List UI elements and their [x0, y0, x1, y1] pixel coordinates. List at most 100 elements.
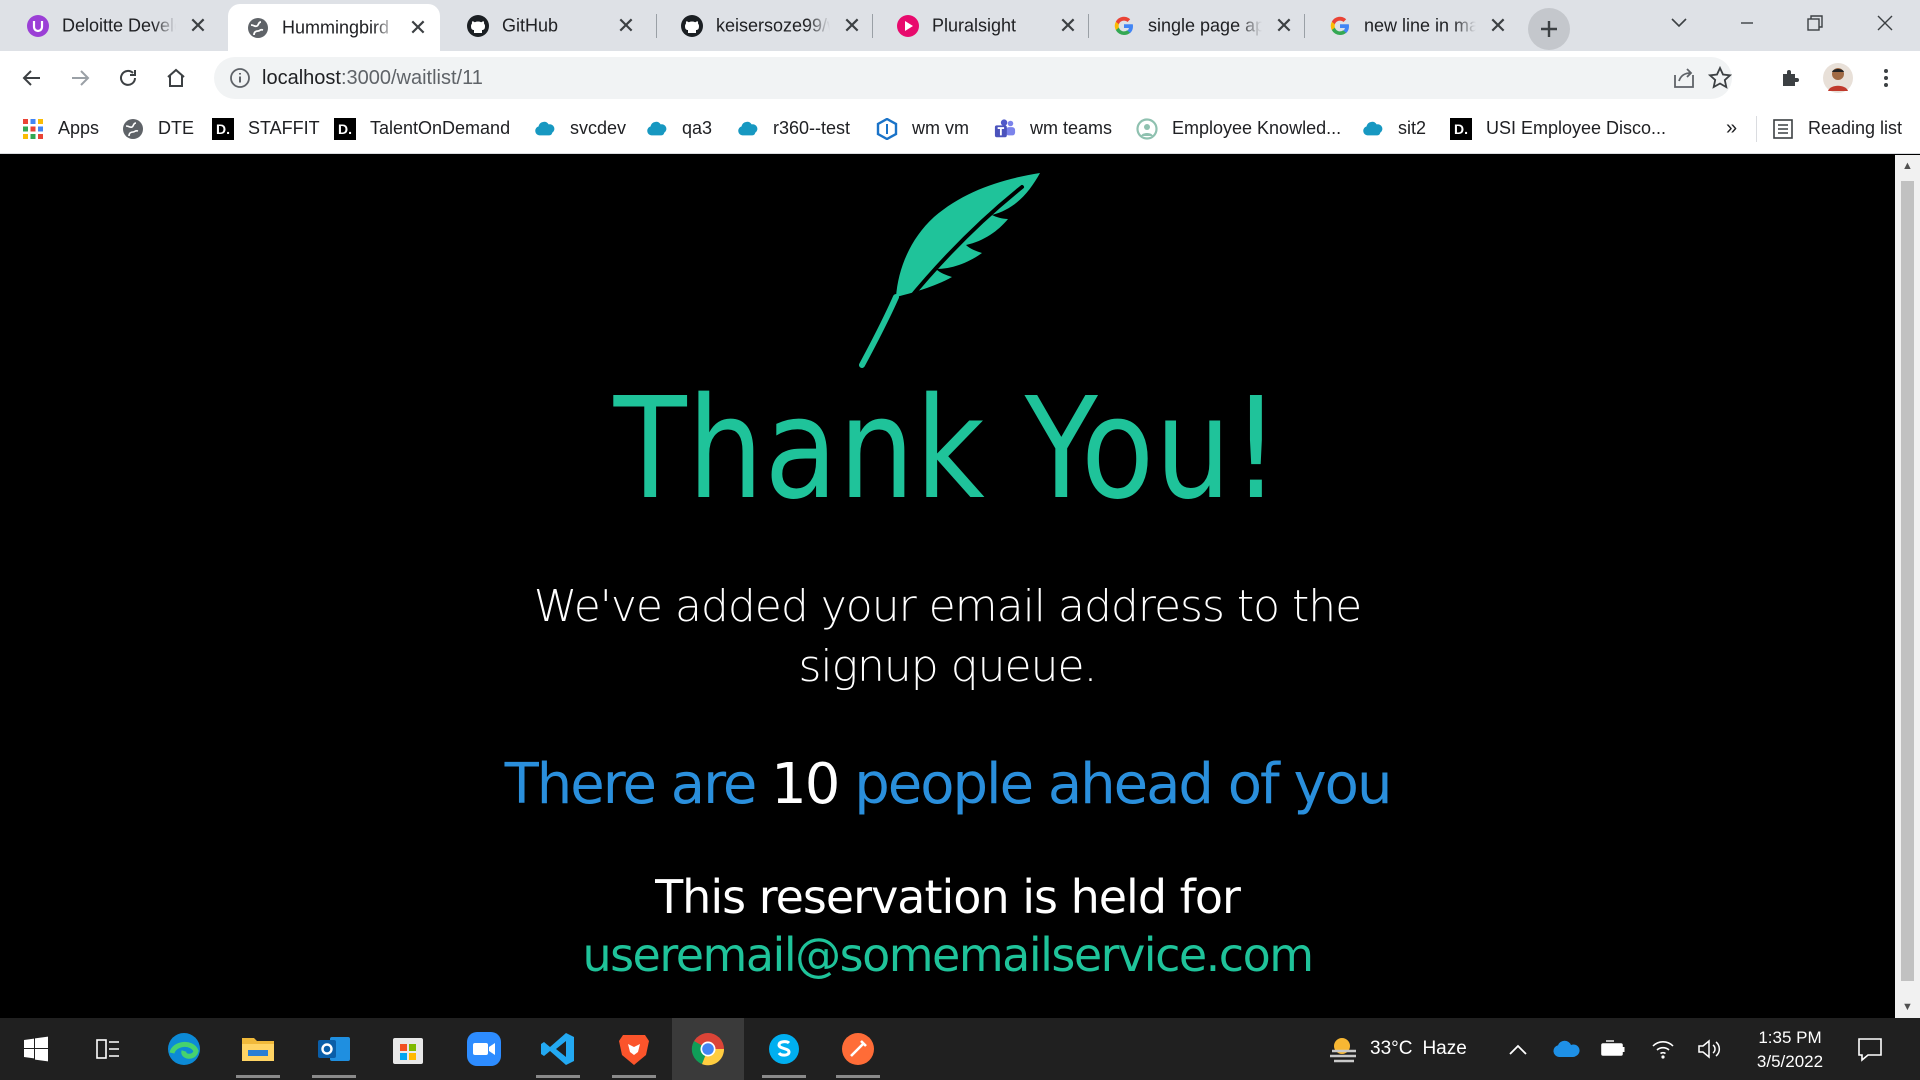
tab-single-page[interactable]: single page ap ✕	[1094, 0, 1306, 51]
task-view-button[interactable]	[72, 1018, 144, 1080]
close-icon	[1877, 15, 1893, 31]
d-badge-icon: D.	[212, 117, 234, 140]
star-icon[interactable]	[1707, 65, 1733, 91]
tab-separator	[656, 14, 657, 38]
address-bar[interactable]: localhost:3000/waitlist/11	[214, 57, 1733, 99]
bookmark-talentondemand[interactable]: D. TalentOnDemand	[334, 104, 510, 153]
info-icon[interactable]	[228, 66, 252, 90]
close-icon[interactable]: ✕	[840, 13, 864, 38]
tab-new-line[interactable]: new line in ma ✕	[1310, 0, 1520, 51]
weather-widget[interactable]: 33°C Haze	[1328, 1018, 1467, 1080]
bookmark-label: DTE	[158, 118, 194, 138]
outlook-app[interactable]	[298, 1018, 370, 1080]
tab-github[interactable]: GitHub ✕	[448, 0, 648, 51]
extensions-button[interactable]	[1772, 60, 1808, 96]
tab-separator	[1304, 14, 1305, 38]
bookmark-svcdev[interactable]: svcdev	[534, 104, 626, 153]
battery-icon[interactable]	[1600, 1018, 1626, 1080]
knowledge-icon	[1136, 117, 1158, 140]
scroll-up-arrow-icon[interactable]: ▲	[1895, 155, 1920, 177]
chevron-double-right-icon: »	[1726, 117, 1738, 139]
volume-icon[interactable]	[1696, 1018, 1722, 1080]
new-tab-button[interactable]	[1528, 8, 1570, 50]
tab-pluralsight[interactable]: Pluralsight ✕	[878, 0, 1090, 51]
bookmark-apps[interactable]: Apps	[22, 104, 99, 153]
postman-app[interactable]	[822, 1018, 894, 1080]
tab-hummingbird[interactable]: Hummingbird ✕	[228, 4, 440, 51]
menu-button[interactable]	[1868, 60, 1904, 96]
close-icon[interactable]: ✕	[614, 13, 638, 38]
bookmark-label: r360--test	[773, 118, 851, 138]
chrome-icon	[691, 1033, 725, 1066]
tab-title: keisersoze99/w	[716, 15, 830, 35]
url-text[interactable]: localhost:3000/waitlist/11	[262, 57, 483, 99]
bookmark-r360-test[interactable]: r360--test	[737, 104, 850, 153]
bookmark-employee-knowledge[interactable]: Employee Knowled...	[1136, 104, 1341, 153]
bookmark-dte[interactable]: DTE	[122, 104, 194, 153]
tab-title: single page ap	[1148, 15, 1262, 35]
page-content: Thank You! We've added your email addres…	[0, 155, 1895, 1018]
bookmark-qa3[interactable]: qa3	[646, 104, 712, 153]
close-icon[interactable]: ✕	[1056, 13, 1080, 38]
bookmark-sit2[interactable]: sit2	[1362, 104, 1426, 153]
tab-separator	[1088, 14, 1089, 38]
brave-app[interactable]	[598, 1018, 670, 1080]
close-icon[interactable]: ✕	[1486, 13, 1510, 38]
minimize-icon	[1741, 22, 1753, 24]
tab-keisersoze[interactable]: keisersoze99/w ✕	[662, 0, 874, 51]
google-icon	[1328, 14, 1352, 38]
scrollbar[interactable]: ▲ ▼	[1895, 155, 1920, 1018]
bookmarks-bar: Apps DTE D. STAFFIT D. TalentOnDemand sv…	[0, 104, 1920, 154]
forward-button[interactable]	[62, 60, 98, 96]
queue-prefix: There are	[504, 752, 758, 817]
queue-count: 10	[771, 752, 840, 817]
onedrive-icon[interactable]	[1552, 1018, 1580, 1080]
close-icon[interactable]: ✕	[186, 13, 210, 38]
home-button[interactable]	[158, 60, 194, 96]
task-view-icon	[96, 1039, 119, 1059]
reading-list-button[interactable]: Reading list	[1772, 104, 1902, 153]
profile-avatar[interactable]	[1820, 60, 1856, 96]
microsoft-store-icon	[393, 1038, 423, 1064]
queue-suffix: people ahead of you	[854, 752, 1392, 817]
microsoft-store-app[interactable]	[372, 1018, 444, 1080]
bookmark-staffit[interactable]: D. STAFFIT	[212, 104, 320, 153]
back-button[interactable]	[14, 60, 50, 96]
bookmarks-overflow-button[interactable]: »	[1726, 104, 1737, 153]
tab-search-button[interactable]	[1656, 6, 1702, 40]
skype-app[interactable]	[748, 1018, 820, 1080]
arrow-right-icon	[72, 70, 90, 86]
bookmark-wm-vm[interactable]: wm vm	[876, 104, 969, 153]
tab-strip: Deloitte Develo ✕ Hummingbird ✕ GitHub ✕…	[0, 0, 1920, 51]
zoom-app[interactable]	[448, 1018, 520, 1080]
file-explorer-app[interactable]	[222, 1018, 294, 1080]
scroll-down-arrow-icon[interactable]: ▼	[1895, 996, 1920, 1018]
wifi-icon[interactable]	[1650, 1018, 1676, 1080]
bookmark-wm-teams[interactable]: wm teams	[994, 104, 1112, 153]
clock-date: 3/5/2022	[1756, 1052, 1824, 1071]
close-window-button[interactable]	[1862, 6, 1908, 40]
restore-icon	[1807, 15, 1823, 31]
bookmark-label: Apps	[58, 118, 100, 138]
reload-button[interactable]	[110, 60, 146, 96]
system-clock[interactable]: 1:35 PM 3/5/2022	[1740, 1026, 1840, 1074]
share-icon[interactable]	[1671, 65, 1697, 91]
vmware-icon	[876, 117, 898, 140]
show-hidden-icons-button[interactable]	[1508, 1018, 1528, 1080]
edge-app[interactable]	[148, 1018, 220, 1080]
bookmark-usi-employee[interactable]: D. USI Employee Disco...	[1450, 104, 1666, 153]
d-badge-icon: D.	[334, 117, 356, 140]
chrome-app[interactable]	[672, 1018, 744, 1080]
notifications-button[interactable]	[1856, 1018, 1884, 1080]
windows-start-button[interactable]	[0, 1018, 72, 1080]
minimize-button[interactable]	[1724, 6, 1770, 40]
tab-deloitte[interactable]: Deloitte Develo ✕	[8, 0, 220, 51]
restore-button[interactable]	[1792, 6, 1838, 40]
google-icon	[1112, 14, 1136, 38]
close-icon[interactable]: ✕	[1272, 13, 1296, 38]
salesforce-cloud-icon	[737, 118, 759, 140]
scroll-thumb[interactable]	[1901, 181, 1914, 981]
globe-icon	[246, 16, 270, 40]
vscode-app[interactable]	[522, 1018, 594, 1080]
close-icon[interactable]: ✕	[406, 15, 430, 40]
